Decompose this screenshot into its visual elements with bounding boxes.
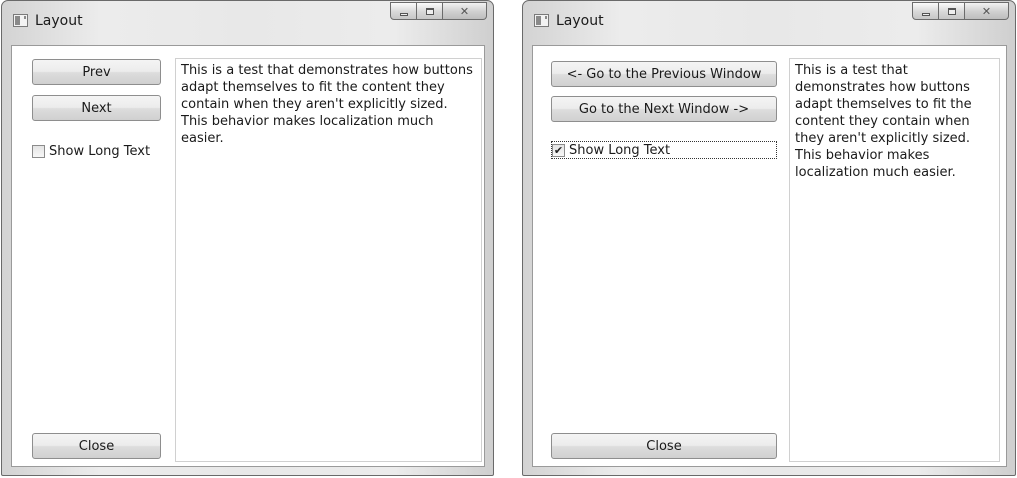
caption-buttons: ✕ bbox=[390, 2, 487, 22]
maximize-button[interactable] bbox=[939, 2, 965, 20]
window-client-area: <- Go to the Previous Window Go to the N… bbox=[532, 45, 1007, 467]
maximize-icon bbox=[947, 7, 956, 15]
checkmark-icon: ✔ bbox=[553, 143, 564, 157]
next-window-button[interactable]: Go to the Next Window -> bbox=[551, 96, 777, 122]
layout-window-short-text: Layout ✕ Prev Next Show Long Text Close … bbox=[1, 0, 494, 476]
window-app-icon[interactable] bbox=[13, 14, 28, 27]
minimize-button[interactable] bbox=[912, 2, 939, 20]
checkbox-label: Show Long Text bbox=[569, 142, 671, 158]
checkbox-label: Show Long Text bbox=[49, 143, 151, 159]
previous-window-button[interactable]: <- Go to the Previous Window bbox=[551, 61, 777, 87]
window-title: Layout bbox=[556, 13, 604, 29]
window-title: Layout bbox=[35, 13, 83, 29]
minimize-icon bbox=[399, 12, 408, 16]
show-long-text-checkbox[interactable]: ✔ Show Long Text bbox=[551, 141, 777, 159]
window-app-icon[interactable] bbox=[534, 14, 549, 27]
layout-window-long-text: Layout ✕ <- Go to the Previous Window Go… bbox=[522, 0, 1016, 476]
caption-buttons: ✕ bbox=[912, 2, 1009, 22]
description-textbox[interactable]: This is a test that demonstrates how but… bbox=[789, 58, 1000, 462]
title-bar[interactable]: Layout ✕ bbox=[2, 1, 493, 45]
minimize-icon bbox=[921, 12, 930, 16]
maximize-icon bbox=[425, 7, 434, 15]
minimize-button[interactable] bbox=[390, 2, 417, 20]
close-icon: ✕ bbox=[981, 4, 992, 18]
prev-button[interactable]: Prev bbox=[32, 59, 161, 85]
title-bar[interactable]: Layout ✕ bbox=[523, 1, 1015, 45]
close-button[interactable]: Close bbox=[551, 433, 777, 459]
close-window-button[interactable]: ✕ bbox=[443, 2, 487, 20]
window-client-area: Prev Next Show Long Text Close This is a… bbox=[11, 45, 485, 467]
checkbox-box[interactable] bbox=[32, 144, 45, 158]
checkbox-box[interactable]: ✔ bbox=[552, 143, 565, 157]
description-textbox[interactable]: This is a test that demonstrates how but… bbox=[175, 58, 482, 462]
close-icon: ✕ bbox=[459, 4, 470, 18]
maximize-button[interactable] bbox=[417, 2, 443, 20]
close-window-button[interactable]: ✕ bbox=[965, 2, 1009, 20]
show-long-text-checkbox[interactable]: Show Long Text bbox=[32, 142, 150, 160]
close-button[interactable]: Close bbox=[32, 433, 161, 459]
next-button[interactable]: Next bbox=[32, 95, 161, 121]
